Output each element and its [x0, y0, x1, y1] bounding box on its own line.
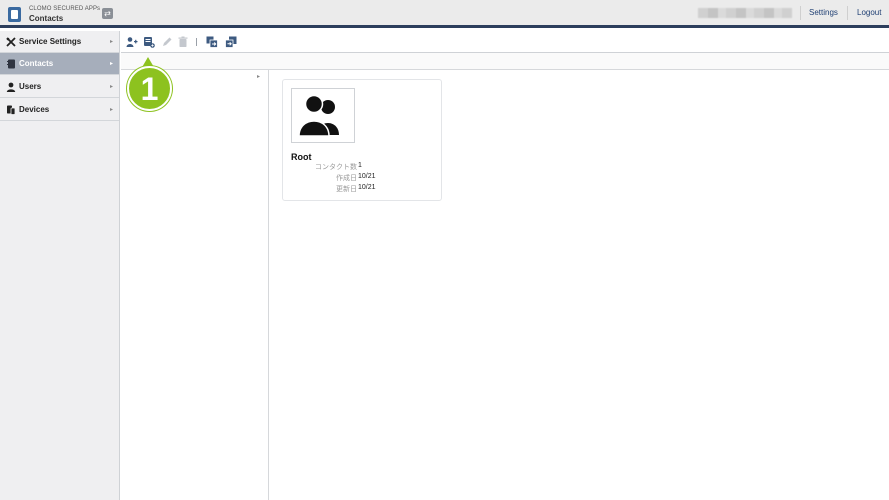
sidebar-item-label: Service Settings: [19, 37, 82, 46]
user-name-blurred: [698, 8, 792, 18]
meta-key: 作成日: [336, 175, 357, 182]
meta-row-created: 作成日 10/21: [291, 173, 439, 183]
meta-key: 更新日: [336, 186, 357, 193]
group-people-icon: [298, 94, 339, 137]
meta-value: 1: [358, 162, 362, 169]
sidebar-item-label: Devices: [19, 105, 50, 114]
meta-value: 10/21: [358, 184, 376, 191]
sidebar-item-devices[interactable]: Devices ▸: [0, 99, 119, 121]
sidebar-item-service-settings[interactable]: Service Settings ▸: [0, 31, 119, 53]
logout-link[interactable]: Logout: [857, 8, 881, 17]
group-card[interactable]: Root コンタクト数 1 作成日 10/21 更新日 10/21: [282, 79, 442, 201]
tools-icon: [6, 37, 16, 47]
toolbar: [121, 31, 889, 53]
sidebar-item-label: Contacts: [19, 59, 54, 68]
contacts-book-icon: [6, 59, 16, 69]
sidebar-item-contacts[interactable]: Contacts ▸: [0, 53, 119, 75]
meta-key: コンタクト数: [315, 164, 357, 171]
group-name: Root: [291, 152, 312, 162]
trash-icon[interactable]: [177, 36, 189, 48]
app-logo-icon: [8, 7, 21, 22]
breadcrumb-bar: [121, 53, 889, 70]
devices-icon: [6, 105, 16, 115]
toolbar-divider: [196, 38, 197, 46]
meta-row-updated: 更新日 10/21: [291, 184, 439, 194]
app-subtitle: CLOMO SECURED APPs: [29, 6, 101, 12]
chevron-right-icon: ▸: [109, 61, 113, 67]
chevron-right-icon[interactable]: ▸: [257, 73, 260, 80]
app-switch-icon[interactable]: ⇄: [102, 8, 113, 19]
chevron-right-icon: ▸: [109, 107, 113, 113]
chevron-right-icon: ▸: [109, 84, 113, 90]
sidebar-item-users[interactable]: Users ▸: [0, 76, 119, 98]
edit-icon[interactable]: [161, 36, 173, 48]
add-contact-icon[interactable]: [126, 36, 138, 48]
step-callout-badge: 1: [127, 66, 172, 111]
user-icon: [6, 82, 16, 92]
meta-row-contact-count: コンタクト数 1: [291, 162, 439, 172]
chevron-right-icon: ▸: [109, 39, 113, 45]
import-icon[interactable]: [206, 36, 218, 48]
sidebar: Service Settings ▸ Contacts ▸ Users ▸ De…: [0, 31, 120, 500]
header-divider: [847, 6, 848, 20]
header-divider: [800, 6, 801, 20]
group-tree-pane: ▸: [121, 70, 269, 500]
app-header: CLOMO SECURED APPs Contacts ⇄ Settings L…: [0, 0, 889, 28]
add-group-icon[interactable]: [143, 36, 155, 48]
group-avatar: [291, 88, 355, 143]
meta-value: 10/21: [358, 173, 376, 180]
export-icon[interactable]: [225, 36, 237, 48]
settings-link[interactable]: Settings: [809, 8, 838, 17]
app-title: Contacts: [29, 14, 64, 23]
sidebar-item-label: Users: [19, 82, 42, 91]
